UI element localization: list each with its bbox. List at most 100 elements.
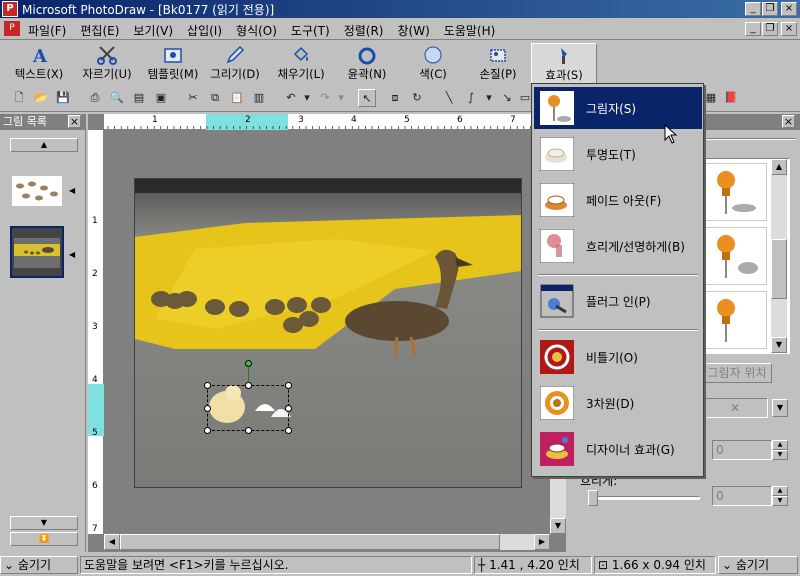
gallery-scroll-up[interactable]: ▲ bbox=[771, 159, 787, 175]
scroll-down-button[interactable]: ▼ bbox=[10, 516, 78, 530]
selection-handle[interactable] bbox=[204, 405, 211, 412]
menu-item-fade-label: 페이드 아웃(F) bbox=[586, 194, 662, 208]
close-button[interactable]: × bbox=[781, 2, 797, 16]
paste-icon[interactable]: 📋 bbox=[228, 89, 246, 107]
selection-handle[interactable] bbox=[285, 382, 292, 389]
rotate-handle[interactable] bbox=[245, 360, 252, 367]
photodraw-icon[interactable]: P bbox=[2, 1, 18, 17]
selection-handle[interactable] bbox=[285, 405, 292, 412]
scroll-right-arrow[interactable]: ▶ bbox=[534, 534, 550, 550]
undo-dropdown-icon[interactable]: ▾ bbox=[298, 89, 316, 107]
menu-file[interactable]: 파일(F) bbox=[26, 20, 68, 41]
rotate-icon[interactable]: ↻ bbox=[408, 89, 426, 107]
selection-handle[interactable] bbox=[204, 382, 211, 389]
picture-area[interactable] bbox=[134, 178, 522, 488]
curve-icon[interactable]: ∫ bbox=[462, 89, 480, 107]
spin-down-2[interactable]: ▼ bbox=[772, 496, 788, 506]
template-button[interactable]: 템플릿(M) bbox=[140, 43, 206, 85]
menu-item-fade[interactable]: 페이드 아웃(F) bbox=[534, 179, 702, 221]
curve-dropdown-icon[interactable]: ▾ bbox=[480, 89, 498, 107]
menu-window[interactable]: 창(W) bbox=[396, 20, 432, 41]
thumbnail-2[interactable] bbox=[10, 226, 64, 278]
gallery-scrollbar[interactable]: ▲ ▼ bbox=[771, 159, 787, 353]
effects-button[interactable]: 효과(S) bbox=[531, 43, 597, 85]
scroll-end-button[interactable]: ⏬ bbox=[10, 532, 78, 546]
touchup-button[interactable]: 손질(P) bbox=[465, 43, 531, 85]
print-icon[interactable]: ⎙ bbox=[86, 89, 104, 107]
blur-slider-thumb[interactable] bbox=[588, 490, 598, 506]
camera-icon[interactable]: ▣ bbox=[152, 89, 170, 107]
restore-button[interactable]: ❐ bbox=[762, 2, 778, 16]
scroll-thumb[interactable] bbox=[120, 534, 500, 550]
pointer-icon[interactable]: ↖ bbox=[358, 89, 376, 107]
gallery-scroll-thumb[interactable] bbox=[771, 239, 787, 299]
menu-item-plugin[interactable]: 플러그 인(P) bbox=[534, 280, 702, 322]
line-icon[interactable]: ╲ bbox=[440, 89, 458, 107]
paste-special-icon[interactable]: ▥ bbox=[250, 89, 268, 107]
shadow-option[interactable] bbox=[703, 291, 767, 349]
hide-left-button[interactable]: ⌄ 숨기기 bbox=[0, 556, 78, 574]
menu-item-blur-sharpen[interactable]: 흐리게/선명하게(B) bbox=[534, 225, 702, 267]
scan-icon[interactable]: ▤ bbox=[130, 89, 148, 107]
selection-handle[interactable] bbox=[285, 427, 292, 434]
picture-list-close-button[interactable]: × bbox=[68, 115, 81, 128]
shadow-option[interactable] bbox=[703, 227, 767, 285]
selection-box[interactable] bbox=[204, 360, 292, 434]
menu-tools[interactable]: 도구(T) bbox=[289, 20, 332, 41]
fill-button[interactable]: 채우기(L) bbox=[268, 43, 334, 85]
arrow-icon[interactable]: ↘ bbox=[498, 89, 516, 107]
menu-item-distort[interactable]: 비틀기(O) bbox=[534, 336, 702, 378]
hide-right-button[interactable]: ⌄ 숨기기 bbox=[718, 556, 798, 574]
menu-arrange[interactable]: 정렬(R) bbox=[342, 20, 386, 41]
scroll-down-arrow[interactable]: ▼ bbox=[550, 518, 566, 534]
menu-edit[interactable]: 편집(E) bbox=[78, 20, 121, 41]
draw-button[interactable]: 그리기(D) bbox=[202, 43, 268, 85]
book-icon[interactable]: 📕 bbox=[722, 89, 740, 107]
gallery-scroll-down[interactable]: ▼ bbox=[771, 337, 787, 353]
spin-input-1[interactable]: 0 bbox=[712, 440, 772, 460]
text-button[interactable]: A 텍스트(X) bbox=[6, 43, 72, 85]
crop-button[interactable]: 자르기(U) bbox=[74, 43, 140, 85]
group-icon[interactable]: ⧈ bbox=[386, 89, 404, 107]
color-button[interactable]: 색(C) bbox=[400, 43, 466, 85]
selection-handle[interactable] bbox=[204, 427, 211, 434]
spin-down-1[interactable]: ▼ bbox=[772, 450, 788, 460]
blur-slider-track[interactable] bbox=[588, 490, 700, 506]
new-icon[interactable]: 🗋 bbox=[10, 89, 28, 107]
shadow-position-button[interactable]: 그림자 위치 bbox=[702, 363, 772, 383]
menu-item-shadow[interactable]: 그림자(S) bbox=[534, 87, 702, 129]
open-icon[interactable]: 📂 bbox=[32, 89, 50, 107]
outline-button[interactable]: 윤곽(N) bbox=[334, 43, 400, 85]
menu-item-3d[interactable]: 3차원(D) bbox=[534, 382, 702, 424]
print-preview-icon[interactable]: 🔍 bbox=[108, 89, 126, 107]
save-icon[interactable]: 💾 bbox=[54, 89, 72, 107]
workpane-close-button[interactable]: × bbox=[782, 115, 795, 128]
menu-format[interactable]: 형식(O) bbox=[234, 20, 279, 41]
menu-insert[interactable]: 삽입(I) bbox=[185, 20, 224, 41]
redo-dropdown-icon[interactable]: ▾ bbox=[332, 89, 350, 107]
scroll-up-button[interactable]: ▲ bbox=[10, 138, 78, 152]
spin-input-2[interactable]: 0 bbox=[712, 486, 772, 506]
shadow-gallery[interactable]: ▲ ▼ bbox=[698, 158, 790, 354]
doc-minimize-button[interactable]: _ bbox=[745, 22, 761, 36]
doc-close-button[interactable]: × bbox=[781, 22, 797, 36]
shadow-color-dropdown[interactable]: ✕ bbox=[702, 398, 768, 418]
menu-view[interactable]: 보기(V) bbox=[131, 20, 175, 41]
selection-handle[interactable] bbox=[245, 427, 252, 434]
thumbnail-1[interactable] bbox=[12, 176, 62, 206]
shadow-color-dropdown-arrow[interactable]: ▼ bbox=[772, 399, 788, 417]
doc-restore-button[interactable]: ❐ bbox=[762, 22, 778, 36]
cut-icon[interactable]: ✂ bbox=[184, 89, 202, 107]
shadow-option[interactable] bbox=[703, 163, 767, 221]
copy-icon[interactable]: ⧉ bbox=[206, 89, 224, 107]
selection-handle[interactable] bbox=[245, 382, 252, 389]
spin-up-1[interactable]: ▲ bbox=[772, 440, 788, 450]
horizontal-scrollbar[interactable]: ◀ ▶ bbox=[104, 534, 550, 550]
menu-help[interactable]: 도움말(H) bbox=[442, 20, 498, 41]
menu-item-designer[interactable]: 디자이너 효과(G) bbox=[534, 428, 702, 470]
picture-list-icon[interactable]: ▦ bbox=[702, 89, 720, 107]
spin-up-2[interactable]: ▲ bbox=[772, 486, 788, 496]
document-icon[interactable]: P bbox=[4, 21, 20, 36]
scroll-left-arrow[interactable]: ◀ bbox=[104, 534, 120, 550]
minimize-button[interactable]: _ bbox=[745, 2, 761, 16]
